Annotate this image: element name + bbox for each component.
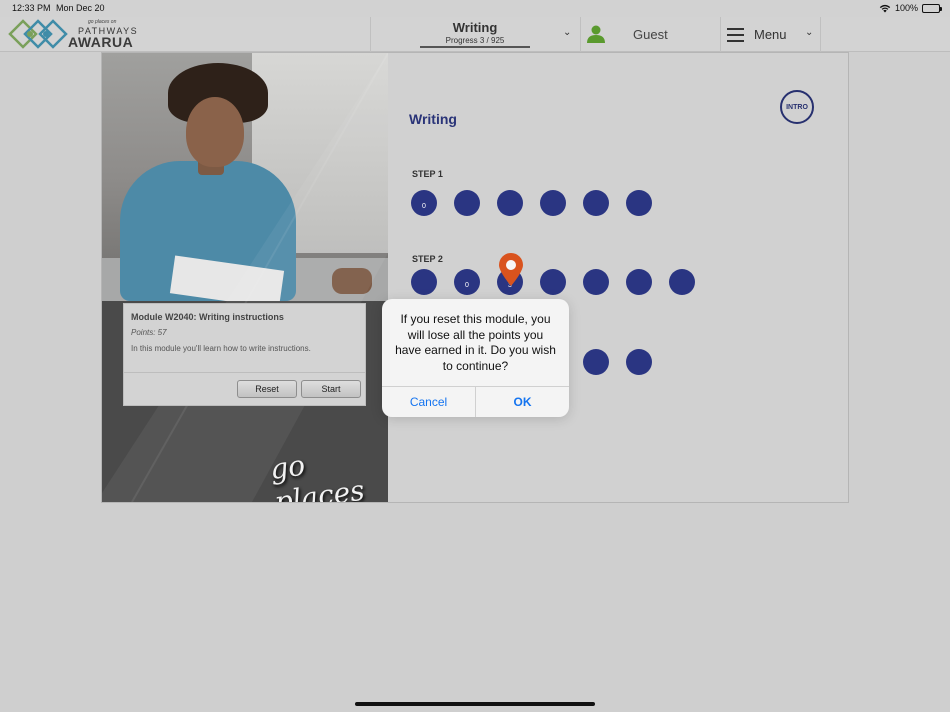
- menu-label: Menu: [754, 27, 787, 42]
- module-dot[interactable]: [540, 190, 566, 216]
- start-button[interactable]: Start: [301, 380, 361, 398]
- module-dot[interactable]: 0: [411, 190, 437, 216]
- hamburger-icon: [727, 28, 744, 42]
- pathways-awarua-logo[interactable]: go places on PATHWAYS AWARUA: [8, 19, 138, 50]
- ok-button[interactable]: OK: [476, 387, 569, 417]
- module-map: Writing INTRO STEP 1 STEP 2 0 0 3: [388, 53, 848, 502]
- module-dot[interactable]: [583, 349, 609, 375]
- module-dot[interactable]: [626, 269, 652, 295]
- logo-tagline: go places on: [88, 19, 117, 25]
- battery-percent: 100%: [894, 3, 918, 13]
- module-dot[interactable]: [626, 349, 652, 375]
- logo-diamonds-icon: [8, 19, 68, 49]
- status-right: 100%: [879, 3, 942, 13]
- menu-button[interactable]: Menu ⌄: [721, 17, 821, 52]
- wifi-icon: [879, 4, 891, 12]
- status-time: 12:33 PM: [12, 3, 51, 13]
- progress-underline: [420, 46, 530, 48]
- logo-awarua: AWARUA: [68, 34, 134, 50]
- status-date: Mon Dec 20: [56, 3, 105, 13]
- progress-text: Progress 3 / 925: [445, 36, 505, 45]
- status-bar: 12:33 PM Mon Dec 20 100%: [0, 0, 950, 17]
- decorative-diagonal: [102, 53, 388, 502]
- reset-confirm-dialog: If you reset this module, you will lose …: [382, 299, 569, 417]
- subject-title: Writing: [452, 20, 498, 35]
- module-info-column: Module W2040: Writing instructions Point…: [102, 53, 388, 502]
- chevron-down-icon: ⌄: [805, 27, 814, 38]
- module-dot[interactable]: 0: [454, 269, 480, 295]
- subject-selector[interactable]: Writing Progress 3 / 925 ⌄: [371, 17, 580, 52]
- module-card: Module W2040: Writing instructions Point…: [123, 303, 366, 406]
- map-heading: Writing: [409, 111, 457, 127]
- user-icon: [587, 25, 605, 43]
- dialog-message: If you reset this module, you will lose …: [395, 312, 556, 373]
- module-title: Module W2040: Writing instructions: [131, 312, 284, 322]
- module-dot[interactable]: [626, 190, 652, 216]
- step-label: STEP 1: [412, 169, 443, 179]
- cancel-button[interactable]: Cancel: [382, 387, 475, 417]
- module-description: In this module you'll learn how to write…: [131, 344, 311, 353]
- intro-button[interactable]: INTRO: [780, 90, 814, 124]
- module-dot[interactable]: [583, 190, 609, 216]
- card-divider: [124, 372, 365, 373]
- module-dot[interactable]: [583, 269, 609, 295]
- module-dot[interactable]: [669, 269, 695, 295]
- user-account-button[interactable]: Guest: [581, 17, 721, 52]
- header-divider: [820, 17, 821, 52]
- home-indicator[interactable]: [355, 702, 595, 706]
- reset-button[interactable]: Reset: [237, 380, 297, 398]
- battery-icon: [922, 3, 942, 13]
- module-dot[interactable]: [454, 190, 480, 216]
- module-points: Points: 57: [131, 328, 167, 337]
- location-pin-icon: [499, 253, 523, 286]
- app-header: go places on PATHWAYS AWARUA Writing Pro…: [0, 17, 950, 52]
- module-dot[interactable]: [497, 190, 523, 216]
- module-panel: Module W2040: Writing instructions Point…: [101, 52, 849, 503]
- user-label: Guest: [633, 27, 668, 42]
- step-label: STEP 2: [412, 254, 443, 264]
- module-dot[interactable]: [411, 269, 437, 295]
- module-dot[interactable]: [540, 269, 566, 295]
- chevron-down-icon: ⌄: [563, 27, 572, 38]
